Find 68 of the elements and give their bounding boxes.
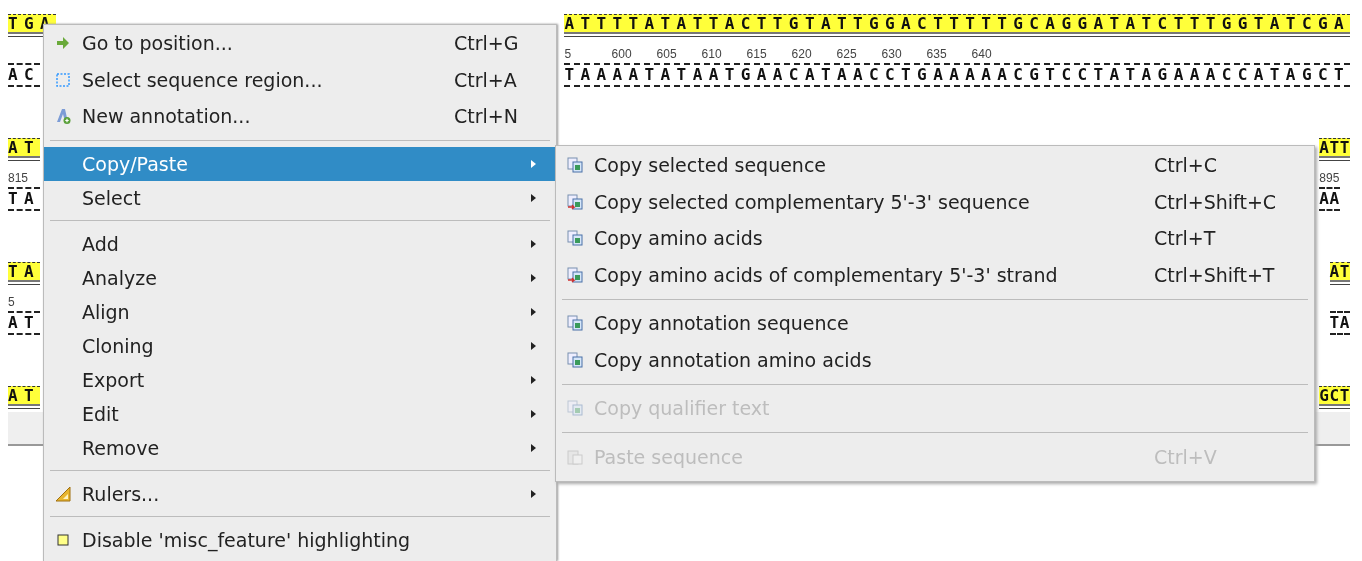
submenu-arrow-icon: [531, 341, 536, 350]
menu-item[interactable]: Export: [44, 362, 556, 397]
menu-item[interactable]: Copy/Paste: [44, 146, 556, 181]
complement-strand: TAAAATATAATGAACATAACCTGAAAAACGTCCTATAGAAACCATAGCT: [564, 63, 1350, 87]
submenu-arrow-icon: [531, 307, 536, 316]
arrow-icon: [55, 35, 71, 52]
copy-icon: [567, 230, 583, 247]
sequence-strand: TA: [8, 262, 41, 282]
sequence-strand: GCT: [1319, 386, 1350, 406]
copy-icon: [567, 400, 583, 417]
menu-item[interactable]: New annotation... Ctrl+N: [44, 98, 556, 135]
menu-item[interactable]: Copy amino acids of complementary 5'-3' strand Ctrl+Shift+T: [556, 256, 1314, 293]
menu-item[interactable]: Align: [44, 294, 556, 329]
ruler-label: 5: [8, 295, 15, 309]
menu-item[interactable]: Select sequence region... Ctrl+A: [44, 61, 556, 98]
copy-icon: [567, 351, 583, 368]
menu-item[interactable]: Copy annotation sequence: [556, 305, 1314, 342]
complement-strand: AT: [8, 311, 41, 335]
copy-icon: [567, 157, 583, 174]
ruler-label: 610: [700, 47, 723, 61]
submenu-arrow-icon: [531, 409, 536, 418]
ruler-label: 815: [8, 171, 29, 185]
sequence-strand: ATT: [1319, 138, 1350, 158]
menu-item[interactable]: Analyze: [44, 260, 556, 295]
ruler-label: 600: [610, 47, 633, 61]
complement-strand: AC: [8, 63, 41, 87]
submenu-arrow-icon: [531, 159, 536, 168]
menu-item[interactable]: Copy amino acids Ctrl+T: [556, 220, 1314, 257]
menu-item[interactable]: Copy selected complementary 5'-3' sequence Ctrl+Shift+C: [556, 183, 1314, 220]
sequence-strand: ATTTTATATTACTTGTATTGGACTTTTTGCAGGATATCTTTGGTATCGA: [564, 14, 1350, 34]
ruler-label: 895: [1319, 171, 1340, 185]
copy-icon: [567, 193, 583, 210]
ruler-label: 605: [655, 47, 678, 61]
ruler-icon: [55, 485, 71, 502]
menu-item[interactable]: Copy selected sequence Ctrl+C: [556, 147, 1314, 184]
dotted-square-icon: [55, 71, 71, 88]
menu-item[interactable]: Rulers...: [44, 476, 556, 511]
submenu-arrow-icon: [531, 375, 536, 384]
sequence-strand: AT: [8, 386, 41, 406]
sequence-strand: AT: [1329, 262, 1350, 282]
menu-item[interactable]: Remove: [44, 430, 556, 465]
submenu-arrow-icon: [531, 273, 536, 282]
menu-item[interactable]: Disable 'misc_feature' highlighting: [44, 522, 556, 557]
complement-strand: AA: [1319, 187, 1340, 211]
square-icon: [55, 531, 71, 548]
menu-item[interactable]: Add: [44, 226, 556, 261]
complement-strand: TA: [8, 187, 41, 211]
complement-strand: TA: [1329, 311, 1350, 335]
menu-item[interactable]: Select: [44, 180, 556, 215]
submenu-arrow-icon: [531, 239, 536, 248]
ruler-label: 620: [790, 47, 813, 61]
ruler-label: 640: [970, 47, 993, 61]
sequence-strand: AT: [8, 138, 41, 158]
ruler-label: 625: [835, 47, 858, 61]
submenu-arrow-icon: [531, 443, 536, 452]
ruler-label: 635: [925, 47, 948, 61]
annotation-icon: [55, 108, 71, 125]
menu-item[interactable]: Copy annotation amino acids: [556, 341, 1314, 378]
ruler-label: 630: [880, 47, 903, 61]
copy-icon: [567, 266, 583, 283]
menu-item[interactable]: Cloning: [44, 328, 556, 363]
submenu-arrow-icon: [531, 489, 536, 498]
menu-item[interactable]: Edit: [44, 396, 556, 431]
ruler-label: 5: [564, 47, 572, 61]
paste-icon: [567, 448, 583, 465]
submenu-arrow-icon: [531, 193, 536, 202]
ruler-label: 615: [745, 47, 768, 61]
copy-icon: [567, 315, 583, 332]
